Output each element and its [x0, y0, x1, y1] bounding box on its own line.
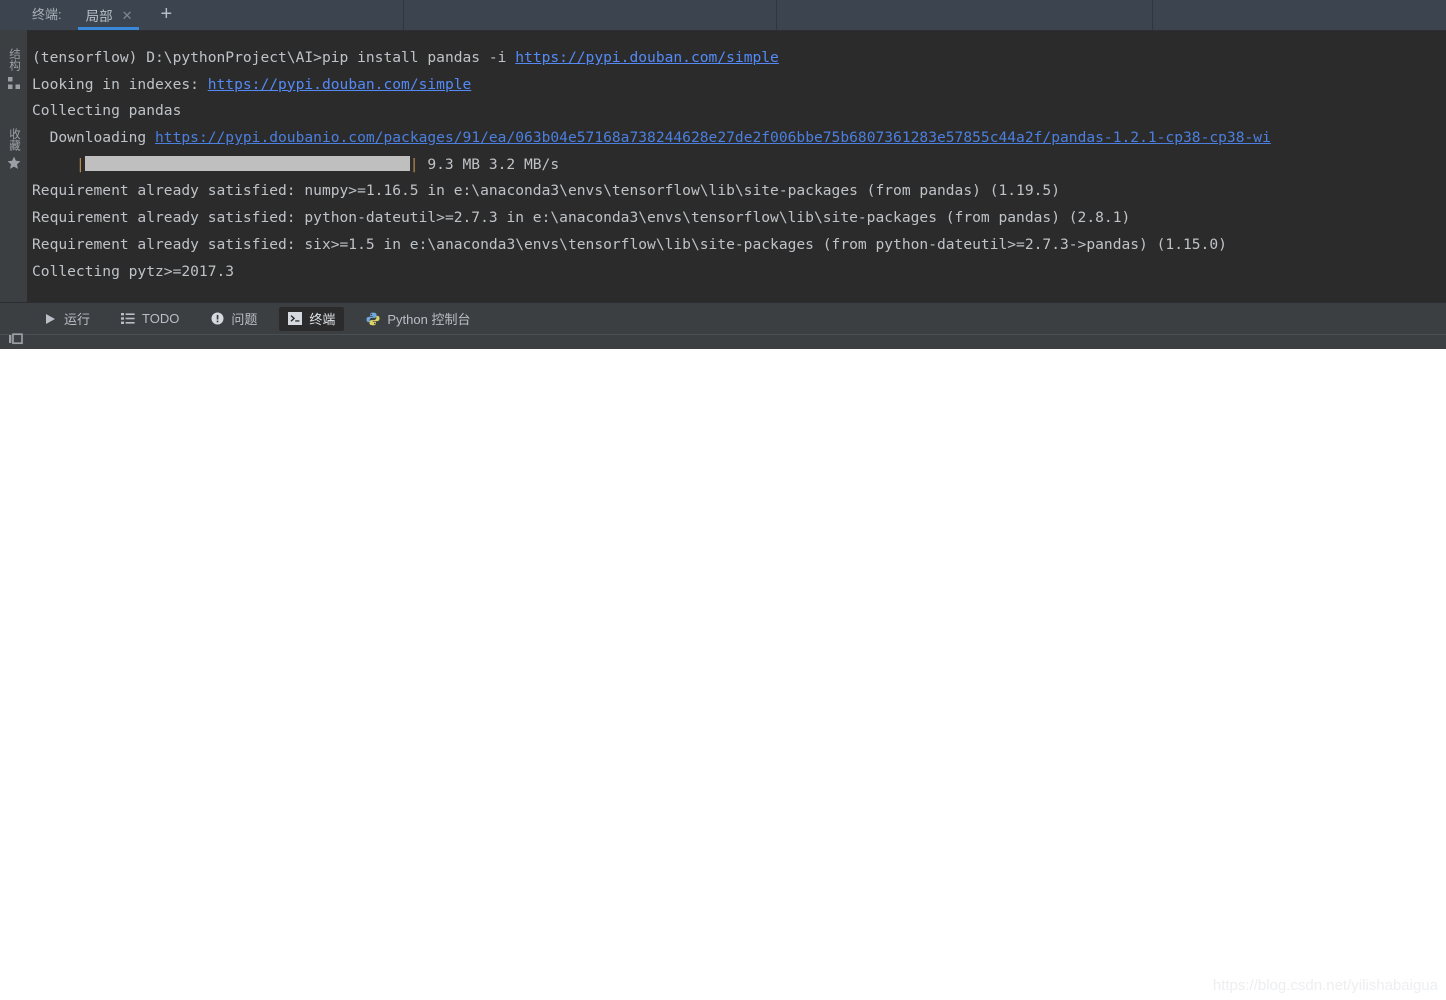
terminal-text: (tensorflow) D:\pythonProject\AI>pip ins…	[32, 49, 516, 66]
status-strip	[0, 331, 1446, 349]
progress-right-pipe: |	[409, 155, 419, 173]
rail-item-structure[interactable]: 结构	[0, 48, 27, 90]
ide-terminal-panel: 终端: 局部 ✕ + 结构 收藏 (tensorflow) D:\pythonP…	[0, 0, 1446, 349]
terminal-line: Collecting pandas	[32, 98, 1446, 125]
tabstrip-filler-cell-2	[777, 0, 1153, 30]
terminal-tab-local[interactable]: 局部 ✕	[77, 0, 139, 30]
terminal-icon	[288, 312, 303, 326]
terminal-text: Requirement already satisfied: numpy>=1.…	[32, 182, 1060, 200]
active-tab-indicator	[77, 27, 139, 30]
tool-button-python-console-label: Python 控制台	[387, 312, 471, 327]
todo-list-icon	[121, 312, 135, 326]
terminal-tab-label: 局部	[85, 9, 113, 24]
problems-warning-icon	[210, 312, 224, 326]
terminal-text: Downloading	[32, 129, 156, 147]
terminal-line: Requirement already satisfied: python-da…	[32, 205, 1446, 232]
left-tool-rail: 结构 收藏	[0, 30, 28, 302]
hide-window-icon[interactable]	[8, 331, 24, 345]
terminal-tabstrip: 终端: 局部 ✕ +	[0, 0, 1446, 31]
python-icon	[366, 312, 380, 326]
screenshot-root: 终端: 局部 ✕ + 结构 收藏 (tensorflow) D:\pythonP…	[0, 0, 1446, 1000]
close-icon[interactable]: ✕	[122, 9, 133, 22]
progress-bar-fill	[84, 155, 410, 171]
tool-button-run[interactable]: 运行	[34, 307, 99, 331]
progress-left-pipe: |	[75, 155, 85, 173]
terminal-text: Collecting pandas	[32, 102, 182, 120]
rail-item-structure-label: 结构	[8, 48, 20, 71]
terminal-text: Requirement already satisfied: python-da…	[32, 209, 1131, 227]
terminal-line: Requirement already satisfied: numpy>=1.…	[32, 178, 1446, 205]
star-icon	[7, 156, 21, 170]
tabstrip-filler-cell-1	[404, 0, 777, 30]
tool-button-todo-label: TODO	[142, 311, 180, 326]
tool-button-python-console[interactable]: Python 控制台	[357, 307, 479, 331]
tool-button-terminal[interactable]: 终端	[279, 306, 345, 331]
pypi-index-link[interactable]: https://pypi.douban.com/simple	[208, 76, 472, 93]
terminal-text: Looking in indexes:	[32, 75, 208, 93]
rail-item-favorites-label: 收藏	[8, 128, 20, 151]
tool-button-problems[interactable]: 问题	[201, 307, 266, 331]
terminal-line: Requirement already satisfied: six>=1.5 …	[32, 232, 1446, 259]
tool-window-bar: 运行 TODO 问题 终端 Python 控制台	[0, 302, 1446, 334]
terminal-tool-label: 终端:	[32, 7, 62, 22]
terminal-output[interactable]: (tensorflow) D:\pythonProject\AI>pip ins…	[27, 31, 1446, 302]
terminal-progress-line: | | 9.3 MB 3.2 MB/s	[32, 152, 1446, 179]
terminal-text: Requirement already satisfied: six>=1.5 …	[32, 235, 1227, 253]
rail-item-favorites[interactable]: 收藏	[0, 128, 27, 170]
progress-indent	[32, 156, 76, 173]
download-stats: 9.3 MB 3.2 MB/s	[418, 155, 560, 173]
tool-button-problems-label: 问题	[231, 312, 258, 327]
add-terminal-plus-icon[interactable]: +	[161, 4, 173, 26]
pypi-index-link[interactable]: https://pypi.douban.com/simple	[515, 49, 779, 66]
watermark: https://blog.csdn.net/yilishabaigua	[1212, 977, 1438, 994]
terminal-line: Collecting pytz>=2017.3	[32, 259, 1446, 286]
tool-button-terminal-label: 终端	[309, 312, 336, 327]
tool-button-run-label: 运行	[64, 312, 91, 327]
terminal-line: (tensorflow) D:\pythonProject\AI>pip ins…	[32, 45, 1446, 72]
run-icon	[43, 312, 57, 326]
terminal-line: Downloading https://pypi.doubanio.com/pa…	[32, 125, 1446, 152]
terminal-text: Collecting pytz>=2017.3	[32, 262, 235, 280]
tabstrip-filler-cell-3	[1153, 0, 1446, 30]
tabstrip-main-cell: 终端: 局部 ✕ +	[0, 0, 404, 30]
terminal-line: Looking in indexes: https://pypi.douban.…	[32, 72, 1446, 99]
tool-button-todo[interactable]: TODO	[112, 307, 188, 331]
structure-icon	[7, 76, 21, 90]
package-download-link[interactable]: https://pypi.doubanio.com/packages/91/ea…	[155, 129, 1271, 146]
